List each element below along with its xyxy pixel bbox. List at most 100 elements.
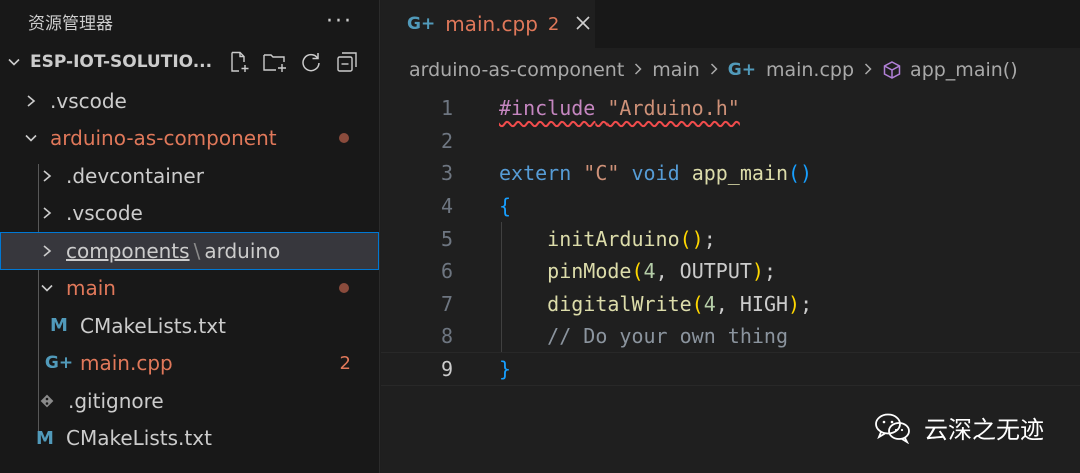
line-number: 1 [440, 96, 453, 121]
tree-item-label: main [66, 276, 116, 301]
tree-item-label: .vscode [50, 88, 127, 113]
tree-item-label: arduino-as-component [50, 126, 277, 151]
collapse-all-icon[interactable] [334, 49, 360, 75]
token-semicolon: ; [763, 259, 776, 284]
code-line: 4 { [381, 190, 1080, 223]
modified-dot-icon [339, 133, 349, 144]
code-line: 2 [381, 125, 1080, 158]
editor-area: G+ main.cpp 2 arduino-as-component main … [381, 0, 1080, 473]
code-text: // Do your own thing [499, 324, 788, 348]
token-number: 4 [643, 259, 656, 284]
project-actions [226, 49, 360, 75]
tree-item-label-2: arduino [204, 238, 281, 263]
refresh-icon[interactable] [298, 49, 324, 75]
tab-label: main.cpp [445, 12, 538, 36]
token-brace: { [499, 194, 512, 219]
code-line: 1 #include "Arduino.h" [381, 92, 1080, 125]
line-number: 7 [440, 291, 453, 316]
tree-item-label: main.cpp [80, 351, 173, 376]
tree-item-main-cmakelists[interactable]: M CMakeLists.txt [0, 307, 379, 345]
tree-item-devcontainer[interactable]: .devcontainer [0, 157, 379, 195]
tree-item-vscode[interactable]: .vscode [0, 195, 379, 233]
symbol-method-icon [882, 60, 902, 80]
cmake-file-icon: M [50, 315, 68, 337]
code-text: pinMode(4, OUTPUT); [499, 259, 776, 283]
tree-item-label: .gitignore [68, 388, 164, 413]
project-header[interactable]: ESP-IOT-SOLUTIO... [0, 42, 379, 82]
tab-main-cpp[interactable]: G+ main.cpp 2 [381, 0, 595, 48]
line-number: 8 [440, 324, 453, 349]
token-semicolon: ; [800, 291, 813, 316]
wechat-icon [874, 412, 912, 444]
token-function: initArduino [547, 226, 680, 251]
token-string: "C" [583, 161, 620, 186]
code-line: 7 digitalWrite(4, HIGH); [381, 288, 1080, 321]
chevron-right-icon [634, 59, 642, 81]
tree-item-components-arduino[interactable]: components \ arduino [0, 232, 379, 270]
chevron-right-icon [710, 59, 718, 81]
breadcrumb-item-folder[interactable]: arduino-as-component [409, 59, 624, 81]
chevron-right-icon [40, 169, 54, 183]
breadcrumb: arduino-as-component main G+ main.cpp ap… [381, 48, 1080, 92]
code-text: initArduino(); [499, 227, 716, 251]
path-separator: \ [193, 238, 201, 263]
token-comment: // Do your own thing [547, 324, 788, 349]
breadcrumb-item-file[interactable]: main.cpp [766, 59, 854, 81]
token-paren-open: ( [631, 259, 644, 284]
chevron-down-icon [24, 131, 38, 145]
line-number: 3 [440, 161, 453, 186]
code-text: } [499, 357, 511, 381]
code-line: 3 extern "C" void app_main() [381, 157, 1080, 190]
token-semicolon: ; [703, 226, 716, 251]
modified-dot-icon [339, 283, 349, 294]
token-comma: , [715, 291, 740, 316]
tree-item-main[interactable]: main [0, 270, 379, 308]
token-brace: } [499, 357, 512, 382]
chevron-right-icon [24, 94, 38, 108]
token-paren-open: ( [691, 291, 704, 316]
tree-item-vscode-root[interactable]: .vscode [0, 82, 379, 120]
code-text: extern "C" void app_main() [499, 161, 812, 185]
chevron-right-icon [40, 244, 54, 258]
cpp-file-icon: G+ [407, 14, 436, 34]
token-string: "Arduino.h" [607, 96, 740, 121]
token-parens: () [679, 226, 704, 251]
new-folder-icon[interactable] [262, 49, 288, 75]
tree-item-main-cpp[interactable]: G+ main.cpp 2 [0, 345, 379, 383]
tree-item-root-cmakelists[interactable]: M CMakeLists.txt [0, 420, 379, 458]
cmake-file-icon: M [36, 427, 54, 449]
tree-item-arduino-as-component[interactable]: arduino-as-component [0, 120, 379, 158]
explorer-header: 资源管理器 ··· [0, 0, 379, 42]
chevron-right-icon [864, 59, 872, 81]
tree-item-label: CMakeLists.txt [66, 426, 212, 451]
token-function: digitalWrite [547, 291, 692, 316]
new-file-icon[interactable] [226, 49, 252, 75]
tree-item-label: CMakeLists.txt [80, 313, 226, 338]
tree-item-label: .devcontainer [66, 163, 204, 188]
token-macro: OUTPUT [679, 259, 752, 284]
project-name: ESP-IOT-SOLUTIO... [30, 52, 212, 72]
watermark-text: 云深之无迹 [924, 416, 1044, 444]
tree-item-label: .vscode [66, 201, 143, 226]
git-file-icon [36, 393, 58, 409]
more-dots-icon[interactable]: ··· [326, 9, 353, 34]
code-text: digitalWrite(4, HIGH); [499, 292, 812, 316]
watermark: 云深之无迹 [874, 410, 1044, 445]
line-number: 4 [440, 194, 453, 219]
token-paren-close: ) [751, 259, 764, 284]
breadcrumb-item-symbol[interactable]: app_main() [910, 59, 1018, 81]
code-line: 8 // Do your own thing [381, 320, 1080, 353]
code-line: 5 initArduino(); [381, 222, 1080, 255]
line-number: 2 [440, 128, 453, 153]
token-directive: #include [499, 96, 596, 121]
explorer-title: 资源管理器 [28, 13, 113, 34]
token-comma: , [655, 259, 680, 284]
token-number: 4 [703, 291, 716, 316]
code-editor[interactable]: 1 #include "Arduino.h" 2 3 extern "C" vo… [381, 92, 1080, 386]
code-text: #include "Arduino.h" [499, 96, 740, 120]
line-number: 5 [440, 226, 453, 251]
close-icon[interactable] [575, 12, 591, 37]
breadcrumb-item-main[interactable]: main [652, 59, 699, 81]
tree-item-gitignore[interactable]: .gitignore [0, 382, 379, 420]
